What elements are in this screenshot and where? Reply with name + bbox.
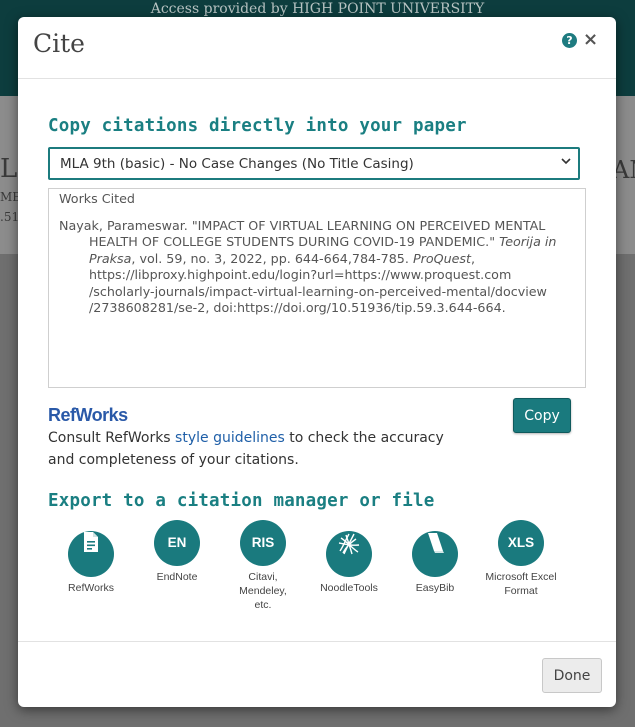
export-label: NoodleTools xyxy=(320,582,378,594)
citation-part: , vol. 59, no. 3, 2022, pp. 644-664,784-… xyxy=(131,250,413,266)
citation-database: ProQuest xyxy=(412,250,472,266)
ris-badge: RIS xyxy=(240,520,286,566)
export-refworks[interactable]: RefWorks xyxy=(51,520,131,595)
close-icon[interactable]: × xyxy=(583,30,598,50)
citation-text-box[interactable]: Works Cited Nayak, Parameswar. "IMPACT O… xyxy=(48,188,586,388)
dialog-header: Cite ? × xyxy=(18,17,616,79)
endnote-badge: EN xyxy=(154,520,200,566)
export-excel[interactable]: XLS Microsoft Excel Format xyxy=(481,520,561,598)
background-fragment: L xyxy=(0,154,18,184)
export-easybib[interactable]: EasyBib xyxy=(395,520,475,595)
export-label: Citavi, Mendeley, etc. xyxy=(239,571,287,611)
citation-style-select[interactable]: MLA 9th (basic) - No Case Changes (No Ti… xyxy=(48,147,580,180)
citation-part: Nayak, Parameswar. "IMPACT OF VIRTUAL LE… xyxy=(59,217,546,250)
export-label: EasyBib xyxy=(415,582,455,594)
footer-divider xyxy=(18,641,616,642)
copy-button[interactable]: Copy xyxy=(513,398,571,433)
document-icon xyxy=(84,532,98,552)
refworks-logo: RefWorks xyxy=(48,405,128,425)
help-icon[interactable]: ? xyxy=(562,33,577,48)
done-button[interactable]: Done xyxy=(542,658,602,693)
citation-text: Nayak, Parameswar. "IMPACT OF VIRTUAL LE… xyxy=(59,218,575,317)
export-label: RefWorks xyxy=(68,582,114,594)
export-endnote[interactable]: EN EndNote xyxy=(137,520,217,584)
export-label: EndNote xyxy=(156,571,198,583)
export-easybib-circle xyxy=(412,531,458,577)
noodletools-icon xyxy=(338,533,360,555)
easybib-icon xyxy=(428,533,444,553)
cite-dialog: Cite ? × Copy citations directly into yo… xyxy=(18,17,616,707)
export-ris[interactable]: RIS Citavi, Mendeley, etc. xyxy=(223,520,303,612)
export-noodletools[interactable]: NoodleTools xyxy=(309,520,389,595)
works-cited-label: Works Cited xyxy=(59,191,135,206)
consult-prefix: Consult RefWorks xyxy=(48,430,176,446)
dialog-title: Cite xyxy=(33,29,85,58)
copy-section-heading: Copy citations directly into your paper xyxy=(48,116,467,136)
export-label: Microsoft Excel Format xyxy=(485,571,557,597)
style-guidelines-link[interactable]: style guidelines xyxy=(175,430,285,446)
chevron-down-icon xyxy=(561,158,571,165)
export-noodletools-circle xyxy=(326,531,372,577)
xls-badge: XLS xyxy=(498,520,544,566)
export-refworks-circle xyxy=(68,531,114,577)
citation-style-value: MLA 9th (basic) - No Case Changes (No Ti… xyxy=(60,156,414,172)
consult-text: Consult RefWorks style guidelines to che… xyxy=(48,427,468,471)
background-fragment: .51 xyxy=(0,210,20,224)
export-section-heading: Export to a citation manager or file xyxy=(48,491,435,511)
